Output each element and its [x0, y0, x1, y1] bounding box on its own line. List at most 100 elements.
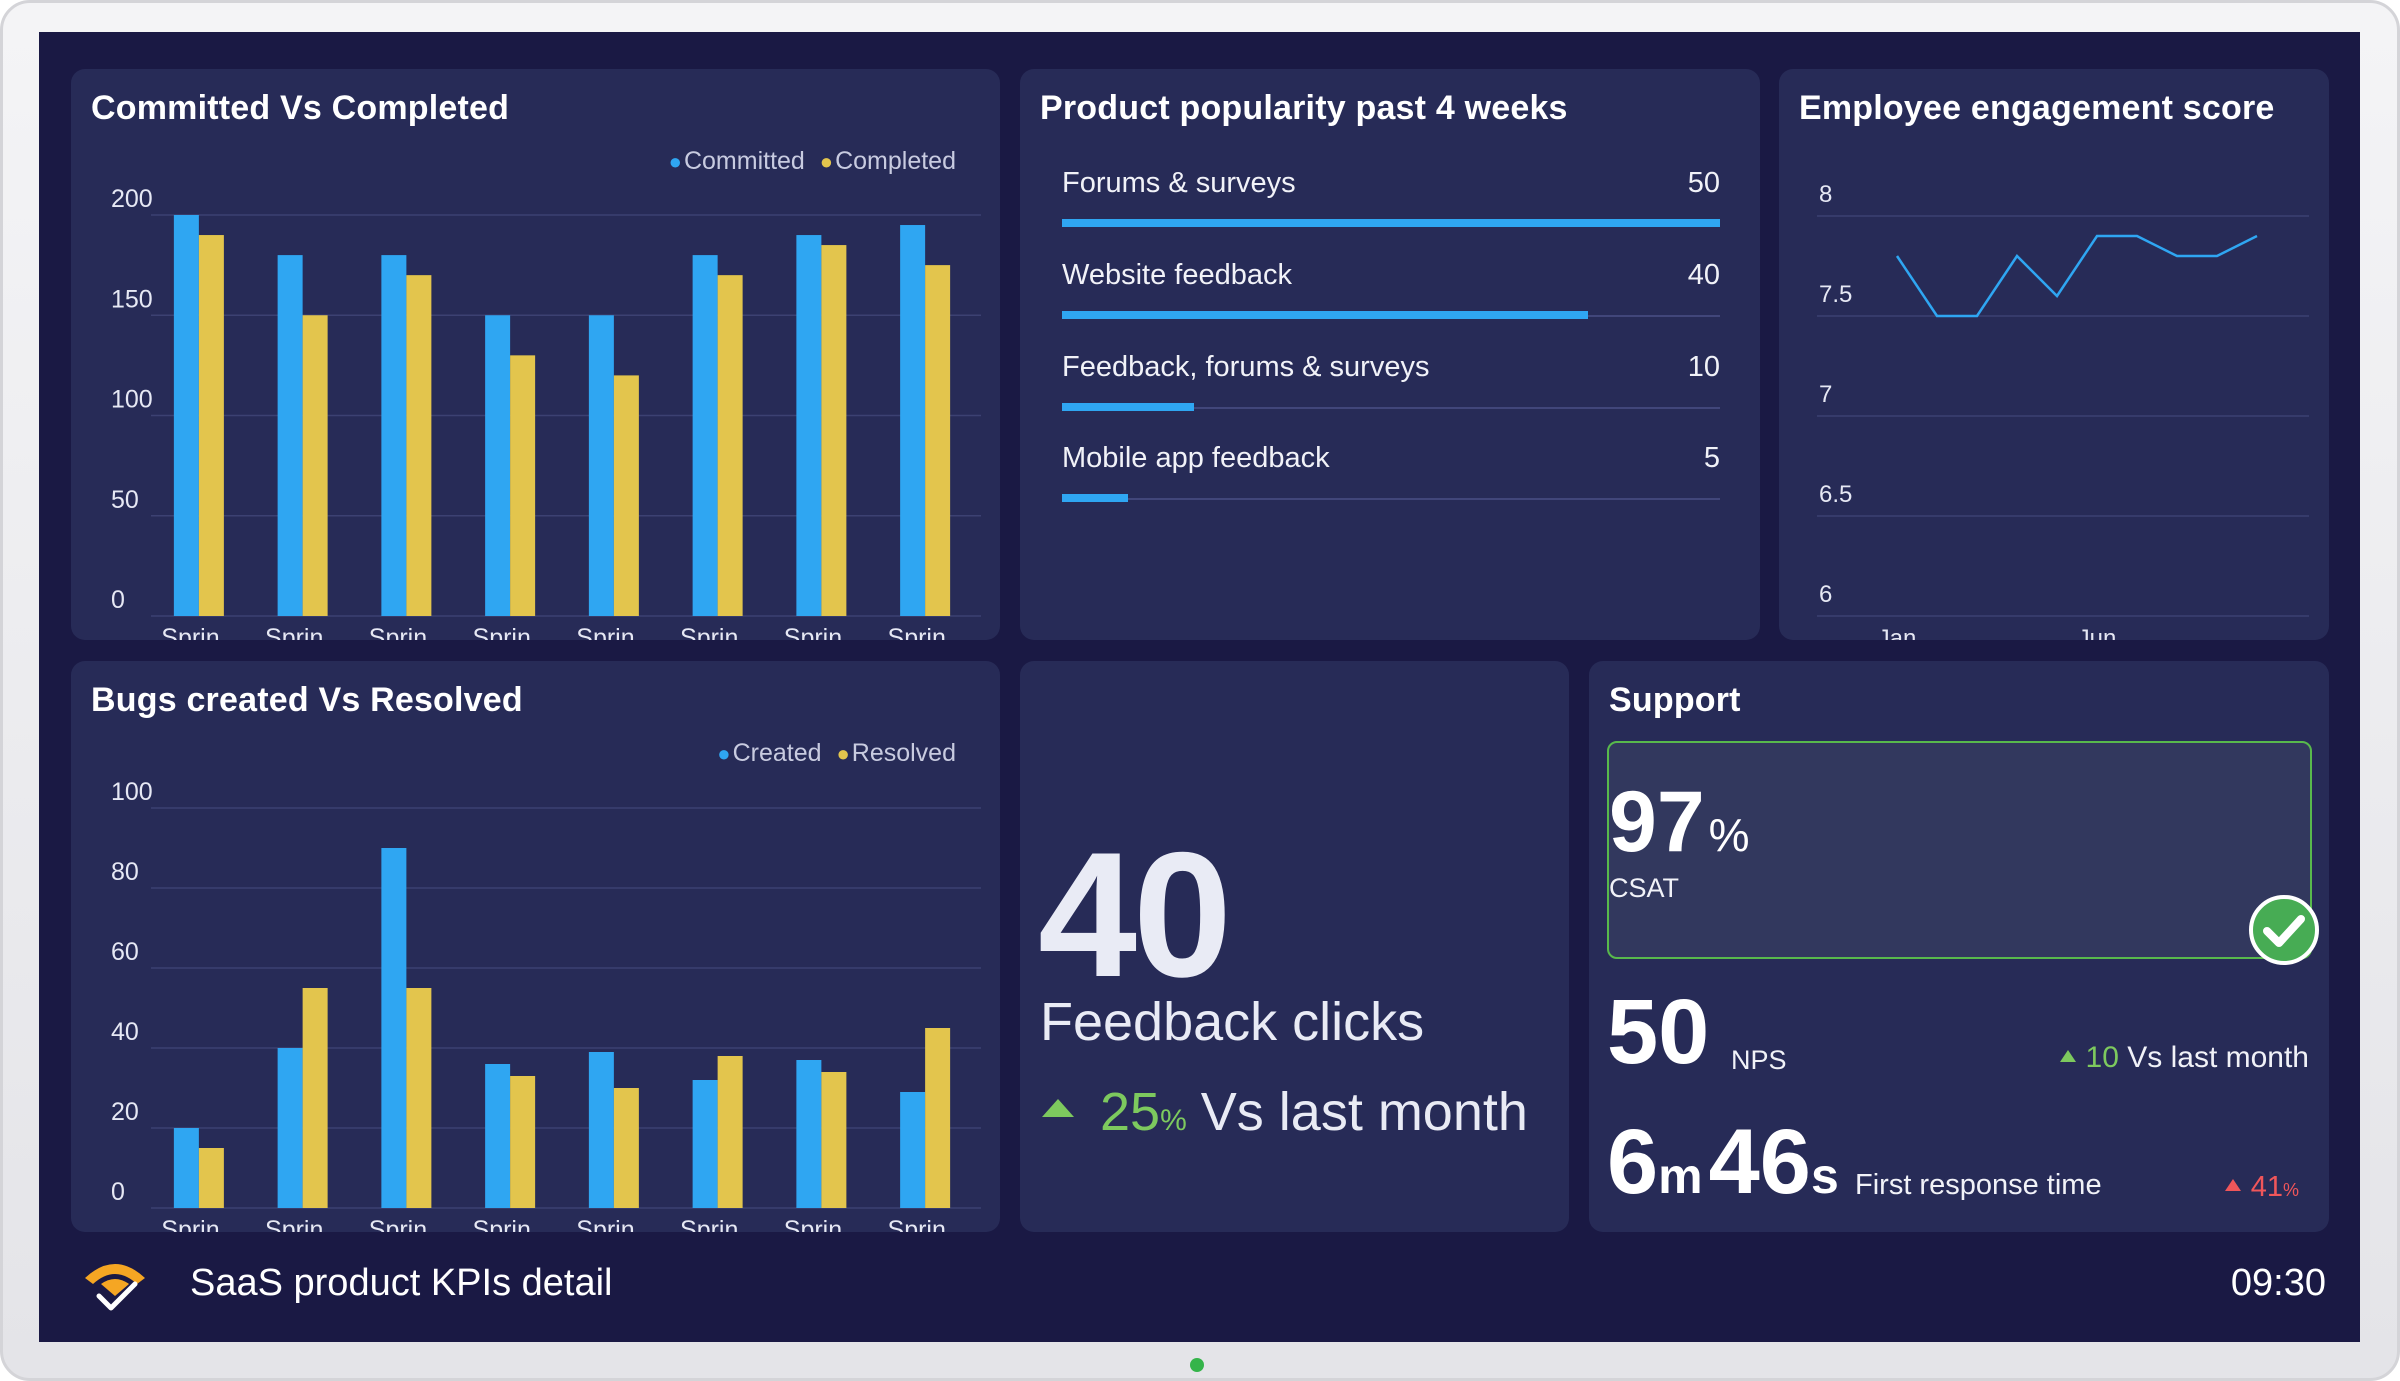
bar-resolved — [302, 988, 328, 1208]
popularity-bar — [1062, 311, 1589, 319]
support-panel: Support 97% CSAT 50 NPS 10 Vs last month… — [1589, 661, 2329, 1232]
csat-value-wrap: 97% — [1609, 779, 1750, 865]
y-tick-label: 80 — [111, 858, 139, 886]
popularity-bar — [1062, 494, 1128, 502]
y-tick-label: 100 — [111, 386, 153, 414]
bar-completed — [406, 275, 432, 616]
bar-resolved — [925, 1028, 951, 1208]
dashboard-screen: Committed Vs Completed ●Committed ●Compl… — [39, 32, 2360, 1342]
bar-resolved — [821, 1072, 847, 1208]
panel-title: Product popularity past 4 weeks — [1040, 89, 1568, 127]
y-tick-label: 7.5 — [1819, 281, 1852, 308]
bar-created — [900, 1092, 926, 1208]
y-tick-label: 40 — [111, 1018, 139, 1046]
bar-committed — [900, 225, 926, 616]
frt-trend-unit: % — [2282, 1180, 2299, 1200]
y-tick-label: 60 — [111, 938, 139, 966]
y-tick-label: 8 — [1819, 181, 1832, 208]
engagement-line — [1895, 234, 2258, 318]
product-popularity-panel: Product popularity past 4 weeks Forums &… — [1020, 69, 1760, 640]
y-tick-label: 200 — [111, 185, 153, 213]
bar-created — [796, 1060, 822, 1208]
employee-engagement-panel: Employee engagement score 6 6.5 7 7.5 8 Jan Ju… — [1779, 69, 2329, 640]
popularity-label: Forums & surveys — [1062, 167, 1296, 199]
x-tick-label: Sprin... — [369, 1216, 448, 1232]
popularity-row: Mobile app feedback 5 — [1062, 442, 1720, 532]
bar-created — [173, 1128, 199, 1208]
popularity-value: 5 — [1703, 442, 1720, 474]
nps-trend-text: Vs last month — [2127, 1041, 2309, 1074]
bar-completed — [302, 315, 328, 616]
y-tick-label: 100 — [111, 778, 153, 806]
trend-up-icon — [1042, 1098, 1074, 1117]
feedback-clicks-value: 40 — [1038, 815, 1232, 1014]
bar-committed — [796, 235, 822, 617]
feedback-clicks-label: Feedback clicks — [1040, 992, 1425, 1052]
x-tick-label: Sprin... — [784, 1216, 863, 1232]
engagement-line-chart: 6 6.5 7 7.5 8 Jan Jun — [1817, 181, 2309, 640]
x-tick-label: Jun — [2078, 625, 2117, 640]
csat-value: 97 — [1609, 774, 1705, 870]
bar-completed — [925, 265, 951, 616]
bar-completed — [717, 275, 743, 616]
bar-committed — [485, 315, 511, 616]
popularity-label: Website feedback — [1062, 259, 1292, 291]
bar-resolved — [613, 1088, 639, 1208]
y-tick-label: 50 — [111, 486, 139, 514]
x-tick-label: Sprin... — [576, 1216, 655, 1232]
check-circle-icon — [2249, 895, 2319, 965]
bar-created — [692, 1080, 718, 1208]
y-tick-label: 0 — [111, 1178, 125, 1206]
bar-created — [485, 1064, 511, 1208]
nps-trend-value: 10 — [2085, 1041, 2119, 1074]
bugs-created-vs-resolved-panel: Bugs created Vs Resolved ●Created ●Resol… — [71, 661, 1000, 1232]
popularity-value: 50 — [1687, 167, 1720, 199]
bar-committed — [381, 255, 407, 616]
y-tick-label: 150 — [111, 285, 153, 313]
csat-card: 97% CSAT — [1607, 741, 2319, 965]
dashboard-title: SaaS product KPIs detail — [190, 1262, 613, 1304]
x-tick-label: Jan — [1878, 625, 1917, 640]
bar-completed — [510, 355, 536, 616]
y-tick-label: 7 — [1819, 381, 1832, 408]
frt-seconds: 46 — [1708, 1111, 1811, 1213]
trend-value: 25 — [1100, 1082, 1161, 1142]
popularity-bar — [1062, 219, 1720, 227]
trend-up-icon — [2059, 1050, 2076, 1063]
frt-trend: 41% — [2224, 1171, 2299, 1204]
x-tick-label: Sprin... — [888, 1216, 967, 1232]
committed-bar-chart: 0 50 100 150 200 Sprin... Sprin... Sprin... Spri… — [111, 185, 981, 640]
nps-trend: 10 Vs last month — [2059, 1041, 2309, 1075]
bar-completed — [198, 235, 224, 617]
popularity-row: Website feedback 40 — [1062, 259, 1720, 349]
bar-created — [277, 1048, 303, 1208]
x-tick-label: Sprin... — [265, 624, 344, 640]
x-tick-label: Sprin... — [265, 1216, 344, 1232]
panel-title: Support — [1609, 681, 1741, 719]
frt-minutes: 6 — [1607, 1111, 1659, 1213]
bar-created — [381, 848, 407, 1208]
bugs-bar-chart: 0 20 40 60 80 100 Sprin... Sprin... Sprin... Spri… — [111, 778, 981, 1232]
x-tick-label: Sprin... — [473, 1216, 552, 1232]
x-tick-label: Sprin... — [161, 624, 240, 640]
x-tick-label: Sprin... — [784, 624, 863, 640]
power-led — [1190, 1358, 1204, 1372]
popularity-bar — [1062, 403, 1194, 411]
first-response-time-label: First response time — [1855, 1169, 2102, 1201]
popularity-label: Mobile app feedback — [1062, 442, 1330, 474]
bar-committed — [692, 255, 718, 616]
bar-committed — [173, 215, 199, 616]
x-tick-label: Sprin... — [680, 1216, 759, 1232]
trend-up-icon — [2224, 1179, 2241, 1192]
checkmark-icon — [2263, 915, 2305, 947]
trend-unit: % — [1160, 1104, 1187, 1137]
bar-completed — [613, 375, 639, 616]
x-tick-label: Sprin... — [680, 624, 759, 640]
popularity-track — [1062, 498, 1720, 500]
frt-trend-value: 41 — [2250, 1171, 2283, 1203]
bar-resolved — [510, 1076, 536, 1208]
x-tick-label: Sprin... — [161, 1216, 240, 1232]
bar-resolved — [406, 988, 432, 1208]
brand-logo-icon — [85, 1264, 145, 1311]
bar-resolved — [717, 1056, 743, 1208]
